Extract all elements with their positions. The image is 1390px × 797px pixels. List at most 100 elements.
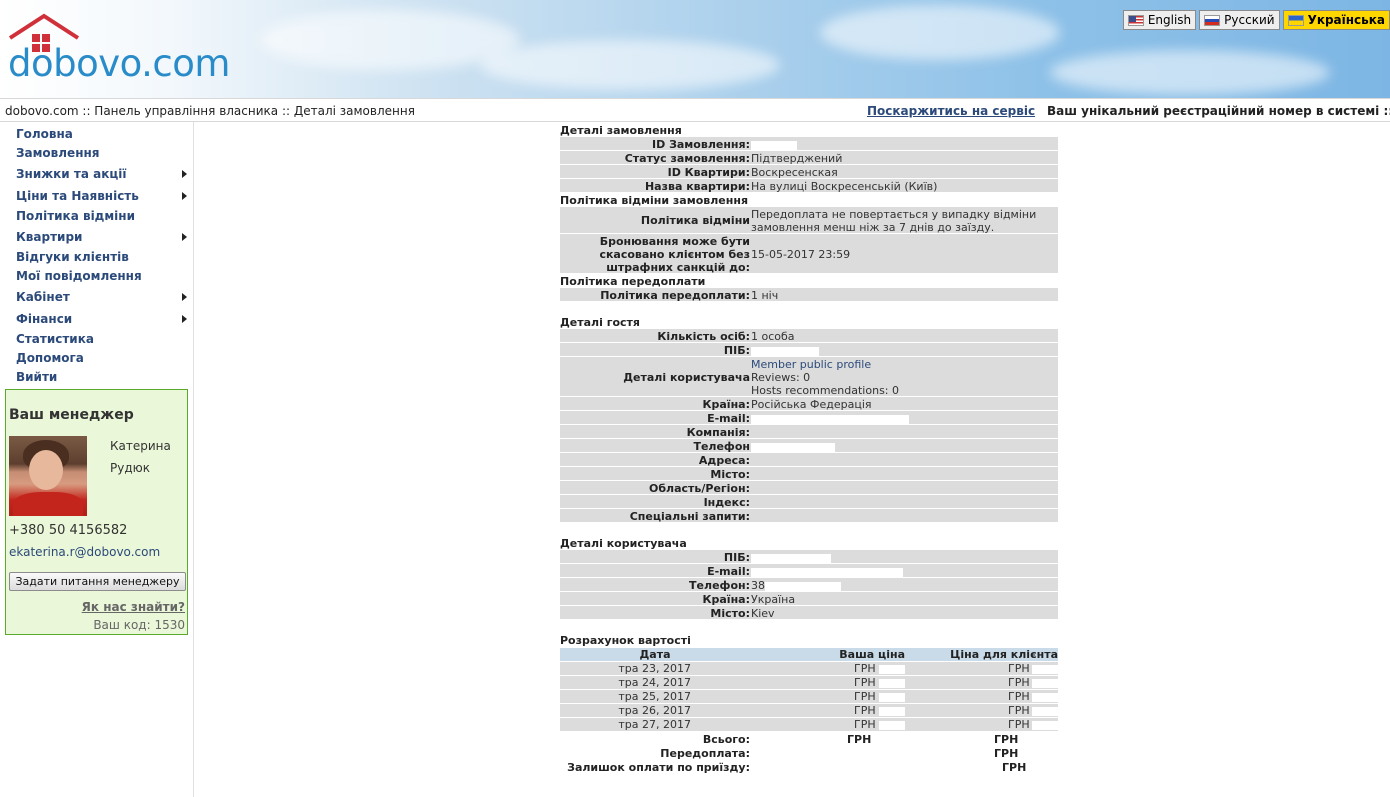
currency-label: ГРН — [1008, 676, 1030, 689]
sidebar-item-reviews[interactable]: Відгуки клієнтів — [16, 248, 191, 267]
field-label: Телефон — [693, 440, 750, 453]
sidebar-item-apartments[interactable]: Квартири — [16, 226, 191, 248]
field-label: Країна: — [702, 593, 750, 606]
column-header-date: Дата — [639, 648, 671, 661]
field-value: Підтверджений — [751, 152, 843, 165]
section-title-order: Деталі замовлення — [560, 124, 682, 137]
find-us-link[interactable]: Як нас знайти? — [82, 600, 185, 614]
field-label: Деталі користувача — [623, 371, 750, 384]
field-value — [751, 565, 1058, 578]
submenu-arrow-icon — [182, 233, 187, 241]
sidebar-item-statistics[interactable]: Статистика — [16, 330, 191, 349]
redacted-price — [879, 693, 905, 702]
pricing-total-row: Всього: ГРН ГРН — [560, 733, 1058, 747]
sidebar-item-label: Мої повідомлення — [16, 269, 142, 283]
redacted-price — [1032, 693, 1058, 702]
field-value: Kiev — [751, 607, 775, 620]
field-label: Бронювання може бути скасовано клієнтом … — [599, 235, 750, 274]
complain-link[interactable]: Поскаржитись на сервіс — [867, 104, 1035, 118]
sidebar-item-label: Статистика — [16, 332, 94, 346]
registration-number: Ваш унікальний реєстраційний номер в сис… — [1047, 104, 1390, 118]
pricing-row: тра 24, 2017 ГРН ГРН — [560, 676, 1058, 690]
sidebar-item-home[interactable]: Головна — [16, 125, 191, 144]
field-value: Воскресенская — [751, 166, 838, 179]
field-value: Передоплата не повертається у випадку ві… — [751, 208, 1037, 234]
redacted-price — [874, 736, 904, 745]
manager-email-link[interactable]: ekaterina.r@dobovo.com — [9, 545, 160, 559]
submenu-arrow-icon — [182, 192, 187, 200]
currency-label: ГРН — [854, 690, 876, 703]
lang-ukrainian[interactable]: Українська — [1282, 10, 1390, 30]
lang-english[interactable]: English — [1122, 10, 1197, 30]
redacted-value — [765, 581, 841, 591]
submenu-arrow-icon — [182, 170, 187, 178]
sidebar-item-discounts[interactable]: Знижки та акції — [16, 163, 191, 185]
language-switcher: English Русский Українська — [1122, 10, 1390, 30]
sidebar-item-orders[interactable]: Замовлення — [16, 144, 191, 163]
sidebar-item-logout[interactable]: Вийти — [16, 368, 191, 387]
currency-label: ГРН — [854, 676, 876, 689]
manager-panel: Ваш менеджер Катерина Рудюк +380 50 4156… — [5, 389, 188, 635]
pricing-table-header: Дата Ваша ціна Ціна для клієнта — [560, 648, 1058, 661]
dobovo-logo[interactable]: dobovo.com — [8, 12, 238, 92]
manager-last-name: Рудюк — [110, 461, 150, 475]
row-apartment-name: Назва квартири: На вулиці Воскресенській… — [560, 179, 1058, 193]
row-free-cancel: Бронювання може бути скасовано клієнтом … — [560, 234, 1058, 274]
currency-label: ГРН — [994, 733, 1019, 746]
sidebar-item-label: Фінанси — [16, 312, 73, 326]
manager-photo — [9, 436, 87, 516]
field-value — [751, 551, 1058, 564]
column-header-your-price: Ваша ціна — [839, 648, 905, 661]
section-title-pricing: Розрахунок вартості — [560, 634, 691, 647]
section-title-user: Деталі користувача — [560, 537, 687, 550]
redacted-price — [1022, 750, 1058, 759]
field-value — [751, 440, 1058, 453]
sidebar-item-help[interactable]: Допомога — [16, 349, 191, 368]
sidebar-item-cabinet[interactable]: Кабінет — [16, 286, 191, 308]
field-value: 1 ніч — [751, 289, 779, 302]
currency-label: ГРН — [994, 747, 1019, 760]
ask-manager-button[interactable]: Задати питання менеджеру — [9, 572, 186, 591]
field-label: Область/Регіон: — [649, 482, 750, 495]
redacted-price — [1028, 764, 1058, 773]
redacted-value — [751, 442, 835, 452]
field-label: E-mail: — [707, 565, 750, 578]
flag-us-icon — [1127, 14, 1144, 26]
sidebar-item-prices[interactable]: Ціни та Наявність — [16, 185, 191, 207]
breadcrumb: dobovo.com :: Панель управління власника… — [5, 104, 415, 118]
pricing-date: тра 25, 2017 — [618, 690, 691, 703]
pricing-date: тра 24, 2017 — [618, 676, 691, 689]
row-guest-email: E-mail: — [560, 411, 1058, 425]
field-value: Україна — [751, 593, 796, 606]
currency-label: ГРН — [847, 733, 872, 746]
sidebar-item-label: Головна — [16, 127, 73, 141]
row-prepay-policy: Політика передоплати: 1 ніч — [560, 288, 1058, 302]
currency-label: ГРН — [854, 704, 876, 717]
redacted-value — [751, 346, 819, 356]
row-guest-region: Область/Регіон: — [560, 481, 1058, 495]
sidebar-item-cancel-policy[interactable]: Політика відміни — [16, 207, 191, 226]
row-cancel-policy: Політика відміни Передоплата не повертає… — [560, 207, 1058, 234]
sidebar-item-messages[interactable]: Мої повідомлення — [16, 267, 191, 286]
sidebar-item-finance[interactable]: Фінанси — [16, 308, 191, 330]
member-profile-link[interactable]: Member public profile — [751, 358, 871, 371]
header: dobovo.com English Русский Українська — [0, 0, 1390, 98]
row-user-city: Місто: Kiev — [560, 606, 1058, 620]
field-value: 38 — [751, 579, 1058, 592]
row-guest-requests: Спеціальні запити: — [560, 509, 1058, 523]
prepay-label: Передоплата: — [660, 747, 750, 760]
column-header-client-price: Ціна для клієнта — [950, 648, 1058, 661]
pricing-prepay-row: Передоплата: ГРН — [560, 747, 1058, 761]
field-value — [751, 412, 1058, 425]
row-guest-country: Країна: Російська Федерація — [560, 397, 1058, 411]
redacted-price — [879, 665, 905, 674]
field-label: Адреса: — [698, 454, 750, 467]
field-label: Індекс: — [703, 496, 750, 509]
row-guest-zip: Індекс: — [560, 495, 1058, 509]
lang-label: English — [1147, 13, 1192, 27]
sidebar-item-label: Замовлення — [16, 146, 100, 160]
lang-russian[interactable]: Русский — [1199, 10, 1280, 30]
sidebar-item-label: Кабінет — [16, 290, 70, 304]
row-guest-city: Місто: — [560, 467, 1058, 481]
currency-label: ГРН — [1008, 704, 1030, 717]
